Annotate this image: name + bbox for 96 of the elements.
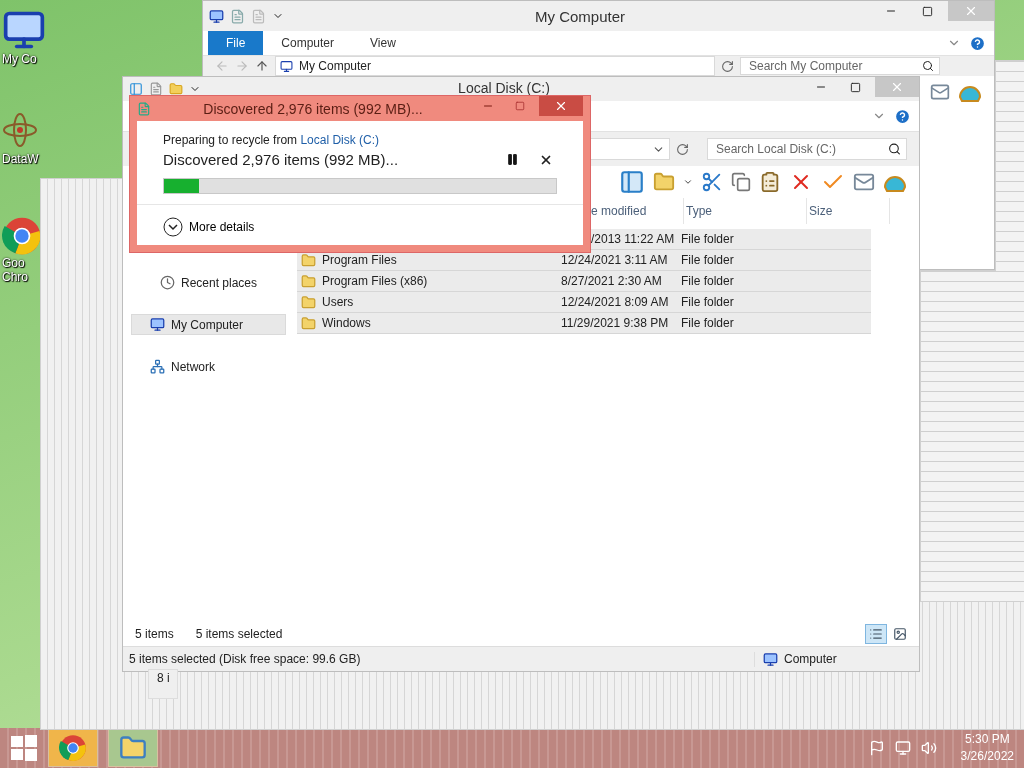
folder-icon[interactable]	[169, 82, 183, 96]
nav-item[interactable]: Network	[131, 356, 286, 377]
image-icon	[893, 627, 907, 641]
address-field[interactable]: My Computer	[275, 56, 715, 76]
folder-icon	[301, 252, 316, 268]
file-row[interactable]: Program Files (x86) 8/27/2021 2:30 AM File folder	[297, 271, 871, 292]
folder-icon	[301, 294, 316, 310]
maximize-icon	[849, 81, 861, 93]
chrome-icon	[2, 216, 42, 256]
speaker-icon[interactable]	[920, 740, 937, 756]
maximize-icon	[515, 101, 525, 111]
chrome-icon	[59, 734, 87, 762]
file-name: Windows	[322, 316, 371, 330]
computer-icon	[763, 651, 778, 667]
file-name: Users	[322, 295, 354, 309]
back-icon[interactable]	[215, 59, 229, 73]
chrome-taskbar-button[interactable]	[48, 729, 98, 767]
folder-icon	[301, 273, 316, 289]
maximize-icon	[921, 5, 933, 17]
document-icon[interactable]	[251, 8, 266, 24]
close-icon	[964, 4, 978, 18]
properties-icon[interactable]	[230, 8, 245, 24]
computer-icon	[150, 317, 165, 332]
pause-icon[interactable]	[506, 153, 519, 166]
window-icon[interactable]	[129, 82, 143, 96]
file-row[interactable]: Users 12/24/2021 8:09 AM File folder	[297, 292, 871, 313]
type-cell-text: File folder	[681, 295, 735, 309]
folder-icon	[301, 315, 316, 331]
refresh-icon[interactable]	[721, 59, 734, 73]
document-icon[interactable]	[149, 82, 163, 96]
file-name: Program Files	[322, 253, 397, 267]
date-text: 3/26/2022	[960, 748, 1014, 765]
date-cell-text: /2013 11:22 AM	[590, 232, 676, 246]
type-cell-text: File folder	[681, 274, 735, 288]
details-view-button[interactable]	[865, 624, 887, 644]
ribbon-tab[interactable]: File	[208, 31, 264, 55]
caret-icon[interactable]	[683, 177, 693, 187]
close-icon	[890, 80, 904, 94]
windows-logo-icon[interactable]	[10, 734, 38, 762]
type-cell-text: File folder	[681, 316, 735, 330]
chevron-circle-icon	[163, 217, 183, 237]
close-icon	[554, 99, 568, 113]
up-icon[interactable]	[255, 59, 269, 73]
date-cell-text: 12/24/2021 3:11 AM	[561, 253, 669, 267]
layout-icon[interactable]	[619, 169, 645, 195]
dialog-title: Discovered 2,976 items (992 MB)...	[202, 100, 424, 117]
type-cell-text: File folder	[681, 253, 735, 267]
folder-icon[interactable]	[653, 171, 675, 193]
scissors-icon[interactable]	[701, 171, 723, 193]
computer-icon	[280, 59, 293, 73]
computer-icon[interactable]	[209, 8, 224, 24]
date-cell-text: 8/27/2021 2:30 AM	[561, 274, 663, 288]
envelope-icon[interactable]	[930, 82, 950, 102]
search-field[interactable]: Search Local Disk (C:)	[707, 138, 907, 160]
close-button[interactable]	[539, 96, 583, 116]
clipboard-icon[interactable]	[759, 171, 781, 193]
copy-icon[interactable]	[731, 172, 751, 192]
folder-icon	[119, 734, 147, 762]
help-icon[interactable]	[894, 107, 911, 125]
nav-item[interactable]: Recent places	[131, 272, 286, 293]
explorer-taskbar-button[interactable]	[108, 729, 158, 767]
status-text: 5 items selected (Disk free space: 99.6 GB)	[129, 652, 362, 666]
list-icon	[869, 627, 883, 641]
clock-icon	[160, 275, 175, 290]
window-title: Local Disk (C:)	[457, 79, 551, 96]
more-details-button[interactable]: More details	[163, 217, 255, 237]
file-row[interactable]: Windows 11/29/2021 9:38 PM File folder	[297, 313, 871, 334]
refresh-icon[interactable]	[676, 142, 689, 156]
ghost-label: 8 i	[148, 669, 178, 699]
address-text: My Computer	[299, 59, 372, 73]
time-text: 5:30 PM	[964, 731, 1010, 748]
ribbon-tab[interactable]: View	[352, 31, 414, 55]
selection-count: 5 items selected	[195, 627, 283, 641]
search-icon	[888, 142, 901, 156]
type-cell-text: File folder	[681, 232, 735, 246]
dialog-icon	[137, 101, 151, 116]
column-header[interactable]: Size	[807, 198, 890, 224]
flag-icon[interactable]	[868, 740, 885, 756]
search-field[interactable]: Search My Computer	[740, 57, 940, 75]
dialog-subtitle: Preparing to recycle from Local Disk (C:)	[163, 133, 381, 147]
forward-icon[interactable]	[235, 59, 249, 73]
file-row[interactable]: Program Files 12/24/2021 3:11 AM File folder	[297, 250, 871, 271]
ribbon-tab[interactable]: Computer	[263, 31, 353, 55]
help-icon[interactable]	[969, 34, 986, 52]
item-count: 5 items	[135, 627, 174, 641]
source-link[interactable]: Local Disk (C:)	[300, 133, 380, 147]
envelope-icon[interactable]	[853, 171, 875, 193]
nav-item[interactable]: My Computer	[131, 314, 286, 335]
location-text: Computer	[784, 652, 837, 666]
date-cell-text: 11/29/2021 9:38 PM	[561, 316, 670, 330]
file-name: Program Files (x86)	[322, 274, 428, 288]
search-icon	[922, 60, 934, 72]
window-title: My Computer	[534, 7, 626, 25]
date-cell-text: 12/24/2021 8:09 AM	[561, 295, 670, 309]
column-header[interactable]: Type	[684, 198, 807, 224]
dialog-message: Discovered 2,976 items (992 MB)...	[163, 151, 400, 168]
